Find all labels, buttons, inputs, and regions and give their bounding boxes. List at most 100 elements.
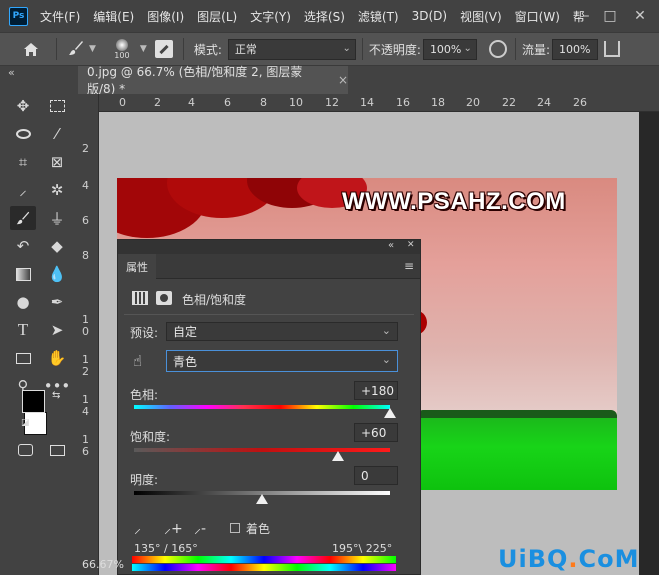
saturation-field[interactable]: +60 [354,423,398,442]
dodge-icon[interactable]: ● [10,290,36,314]
ruler-tick: 18 [431,96,445,109]
home-icon[interactable] [20,42,42,57]
type-icon[interactable]: T [10,318,36,342]
menu-select[interactable]: 选择(S) [304,8,345,25]
crop-icon[interactable]: ⌗ [10,150,36,174]
hue-label: 色相: [130,388,159,402]
channel-select[interactable]: 青色 ⌄ [166,350,398,372]
blur-icon[interactable]: 💧 [44,262,70,286]
colorize-checkbox[interactable] [230,523,240,533]
ruler-tick: 22 [502,96,516,109]
close-button[interactable]: ✕ [630,0,650,32]
brush-tool-icon[interactable] [10,206,36,230]
saturation-label: 饱和度: [130,430,171,444]
flow-field[interactable]: 100% [551,38,598,60]
photoshop-logo-icon[interactable]: Ps [9,6,28,26]
chevron-down-icon[interactable]: ▼ [89,44,96,54]
color-range-bar-top[interactable] [132,556,396,563]
saturation-slider-thumb[interactable] [332,451,344,461]
hand-icon[interactable]: ✋ [44,346,70,370]
opacity-label: 不透明度: [368,42,421,57]
document-tab[interactable]: 0.jpg @ 66.7% (色相/饱和度 2, 图层蒙版/8) * × [78,65,348,96]
quick-mask-icon[interactable] [12,438,38,462]
preset-select[interactable]: 自定 ⌄ [166,322,398,341]
eyedropper-icon[interactable]: ⸝ [10,178,36,202]
foreground-color[interactable] [22,390,45,413]
document-tab-bar: 0.jpg @ 66.7% (色相/饱和度 2, 图层蒙版/8) * × [78,65,659,96]
pressure-icon[interactable] [488,40,507,58]
menu-image[interactable]: 图像(I) [147,8,184,25]
targeted-adjust-icon[interactable]: ☝ [133,352,142,370]
lightness-value: 0 [361,468,369,483]
hue-field[interactable]: +180 [354,381,398,400]
watermark-text: WWW.PSAHZ.COM [342,188,566,215]
opacity-value: 100% [429,42,462,56]
pen-icon[interactable]: ✒ [44,290,70,314]
hue-slider-thumb[interactable] [384,408,396,418]
close-icon[interactable]: × [338,73,348,87]
menu-3d[interactable]: 3D(D) [412,9,447,23]
panel-header: « ✕ [118,240,420,254]
close-icon[interactable]: ✕ [407,240,415,250]
opacity-field[interactable]: 100% ⌄ [422,38,477,60]
menu-view[interactable]: 视图(V) [460,8,502,25]
adjustment-title: 色相/饱和度 [182,293,247,307]
frame-icon[interactable]: ⊠ [44,150,70,174]
menu-file[interactable]: 文件(F) [40,8,80,25]
preset-value: 自定 [173,325,198,339]
ruler-tick: 1 6 [82,433,89,458]
saturation-value: +60 [361,425,387,440]
lightness-slider-thumb[interactable] [256,494,268,504]
marquee-icon[interactable] [44,94,70,118]
hue-slider[interactable] [134,405,390,409]
lightness-label: 明度: [130,473,159,487]
panel-menu-icon[interactable]: ≡ [404,259,414,273]
gradient-icon[interactable] [10,262,36,286]
screen-mode-icon[interactable] [44,438,70,462]
chevron-down-icon: ⌄ [463,42,472,54]
options-bar: ▼ 100 ▼ 模式: 正常 ⌄ 不透明度: 100% ⌄ 流量: 100% [0,32,659,66]
collapse-icon[interactable]: « [388,240,394,251]
patch-icon[interactable]: ✲ [44,178,70,202]
colorize-label: 着色 [246,522,271,536]
lightness-field[interactable]: 0 [354,466,398,485]
sample-eyedropper-icon[interactable]: ⸝ [134,519,141,538]
menu-bar: Ps 文件(F) 编辑(E) 图像(I) 图层(L) 文字(Y) 选择(S) 滤… [0,0,659,32]
brush-preset-picker[interactable]: 100 [106,38,138,60]
move-icon[interactable]: ✥ [10,94,36,118]
minimize-button[interactable]: – [576,0,596,32]
menu-filter[interactable]: 滤镜(T) [358,8,399,25]
adjustment-icon[interactable] [132,291,148,305]
subtract-sample-icon[interactable]: ⸝- [194,519,206,538]
rectangle-icon[interactable] [10,346,36,370]
panel-tabs: 属性 ≡ [118,254,420,279]
stamp-icon[interactable]: ⏚ [44,206,70,230]
maximize-button[interactable]: □ [600,0,620,32]
history-brush-icon[interactable]: ↶ [10,234,36,258]
default-colors-icon[interactable]: ◪ [21,418,30,428]
saturation-slider[interactable] [134,448,390,452]
menu-type[interactable]: 文字(Y) [250,8,291,25]
mask-icon[interactable] [156,291,172,305]
lasso-icon[interactable] [10,122,36,146]
share-icon[interactable] [603,41,620,57]
brush-settings-icon[interactable] [154,40,173,58]
ruler-horizontal: 0 2 4 6 8 10 12 14 16 18 20 22 24 26 [99,94,659,112]
menu-edit[interactable]: 编辑(E) [93,8,134,25]
brush-icon[interactable] [67,39,87,60]
add-sample-icon[interactable]: ⸝+ [164,519,183,538]
path-select-icon[interactable]: ➤ [44,318,70,342]
preset-label: 预设: [130,326,159,340]
color-range-bar-bottom[interactable] [132,564,396,571]
collapse-icon[interactable]: « [8,66,15,79]
swap-colors-icon[interactable]: ⇆ [52,390,60,401]
channel-value: 青色 [173,354,198,369]
menu-window[interactable]: 窗口(W) [515,8,560,25]
tab-properties[interactable]: 属性 [118,254,156,279]
zoom-status[interactable]: 66.67% [78,553,124,575]
mode-select[interactable]: 正常 ⌄ [227,38,356,60]
magic-wand-icon[interactable]: ⁄ [44,122,70,146]
chevron-down-icon[interactable]: ▼ [140,44,147,54]
menu-layer[interactable]: 图层(L) [197,8,237,25]
eraser-icon[interactable]: ◆ [44,234,70,258]
